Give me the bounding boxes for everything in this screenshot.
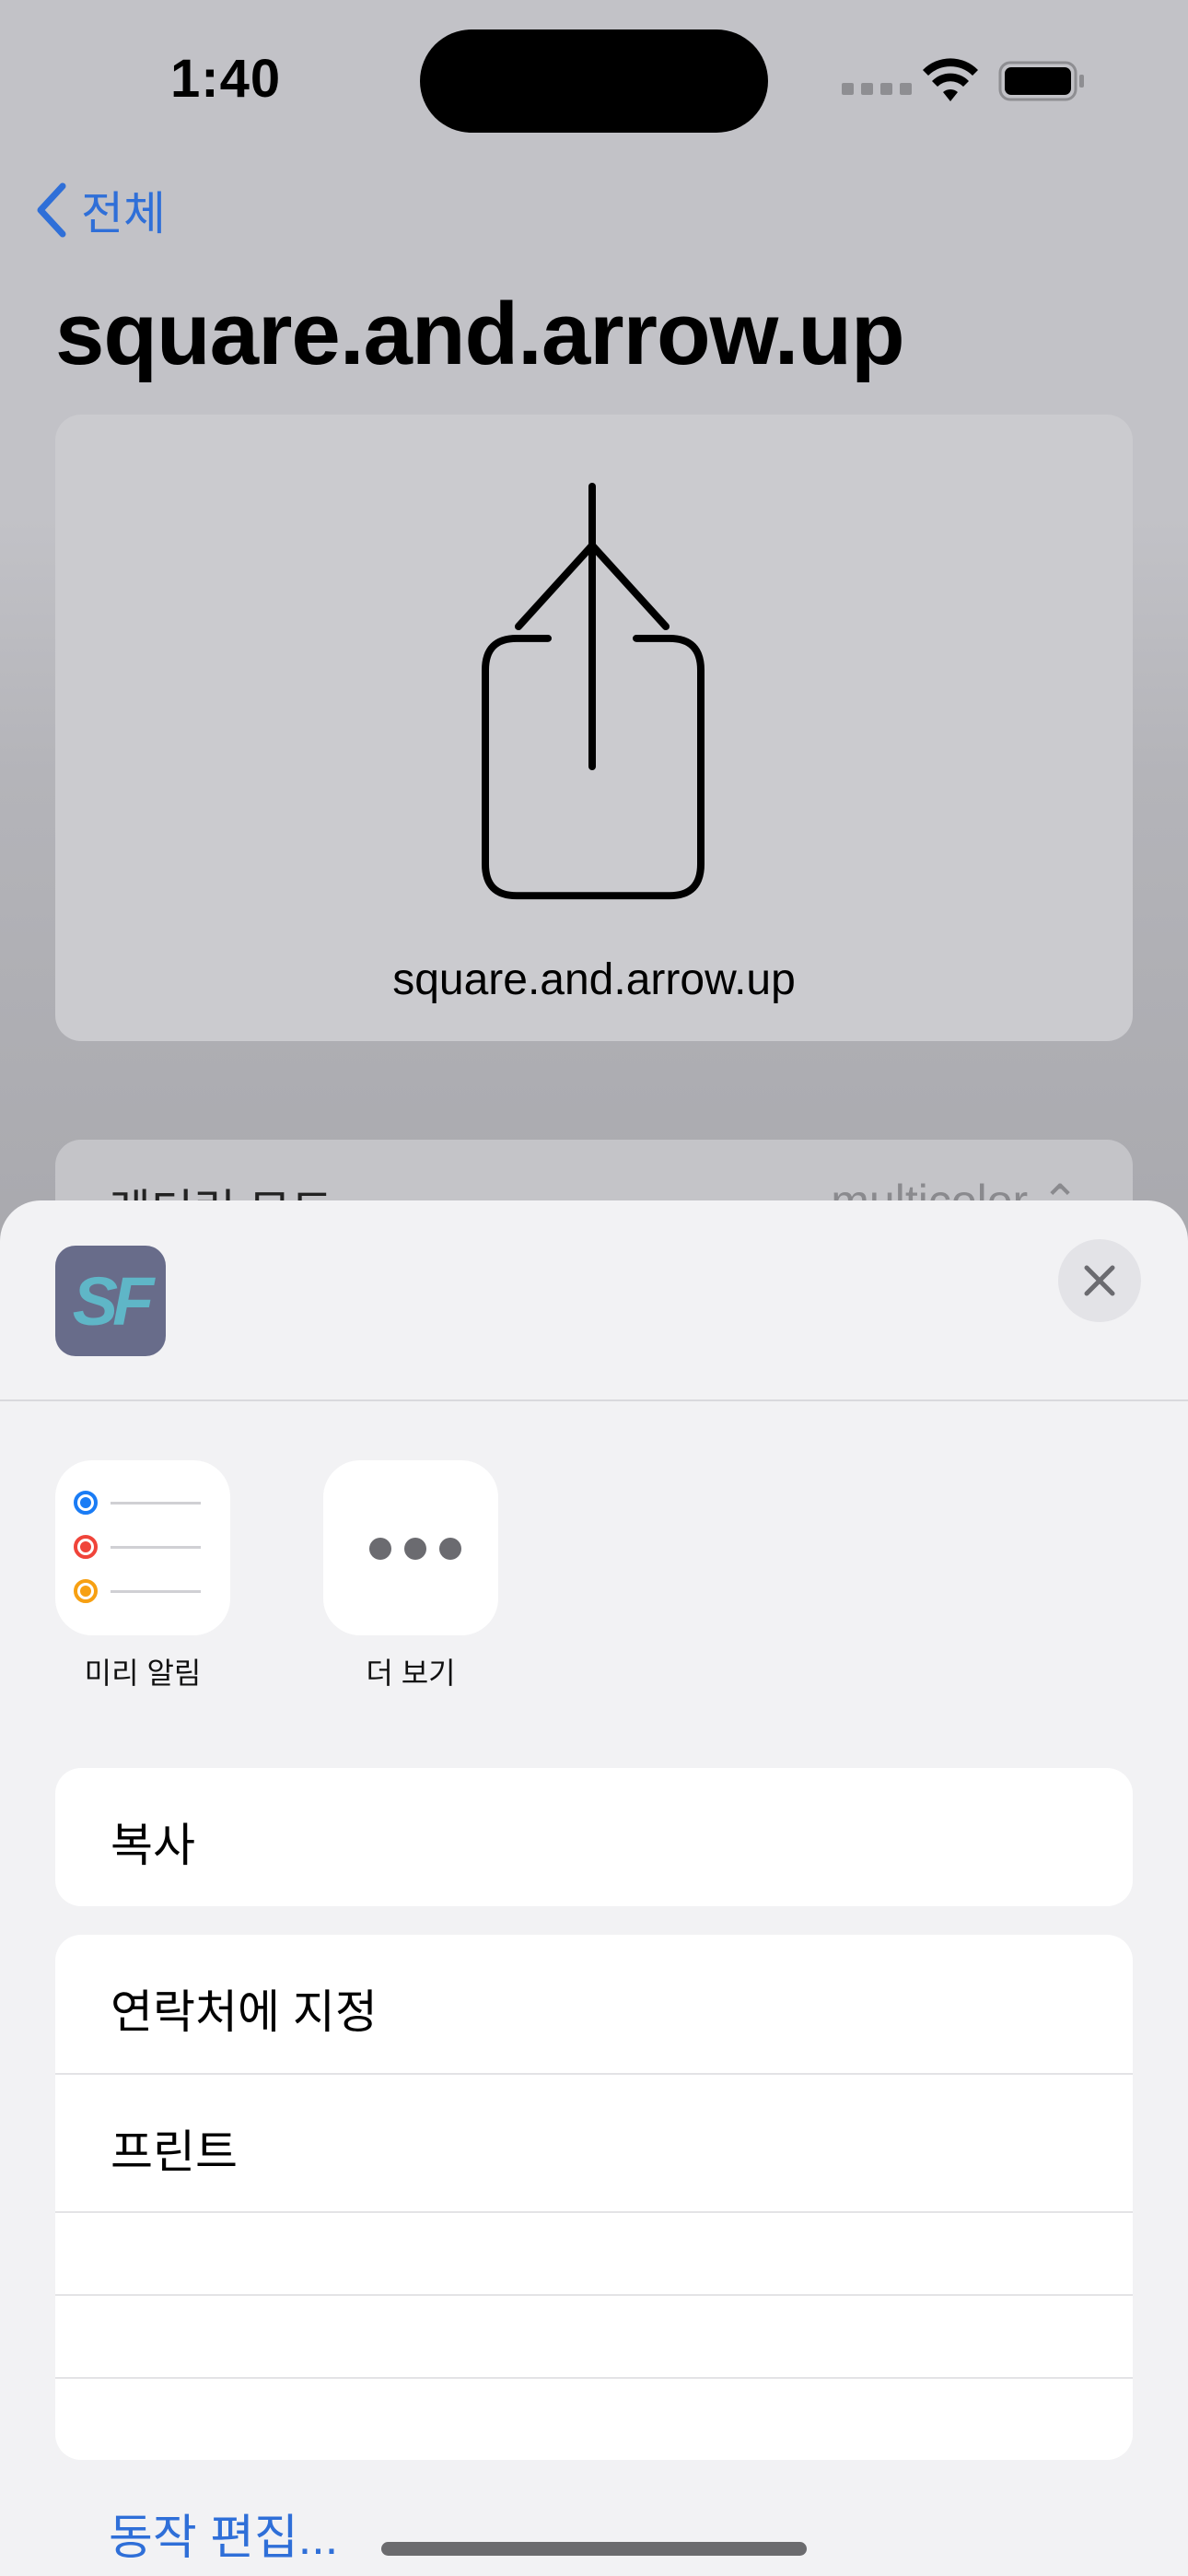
chevron-left-icon	[37, 182, 66, 238]
action-print[interactable]: 프린트	[55, 2073, 1133, 2211]
action-label: 복사	[111, 1820, 195, 1871]
share-sheet-header: SF	[0, 1200, 1188, 1399]
reminders-icon	[55, 1460, 230, 1635]
action-label: 프린트	[111, 2126, 238, 2178]
share-app-more[interactable]: 더 보기	[323, 1460, 498, 1692]
battery-icon	[998, 61, 1084, 101]
action-copy[interactable]: 복사	[55, 1768, 1133, 1906]
edit-actions-link[interactable]: 동작 편집...	[109, 2499, 338, 2568]
close-button[interactable]	[1058, 1239, 1141, 1322]
app-icon-text: SF	[72, 1262, 155, 1340]
close-icon	[1084, 1265, 1115, 1296]
share-app-label: 더 보기	[366, 1657, 456, 1690]
square-and-arrow-up-icon	[482, 483, 705, 900]
action-group-copy: 복사	[55, 1768, 1133, 1906]
action-group-main: 연락처에 지정 프린트	[55, 1935, 1133, 2460]
dynamic-island	[420, 29, 768, 133]
cellular-signal-icon	[842, 83, 912, 95]
action-label: 연락처에 지정	[111, 1986, 378, 2038]
share-sheet: SF 미리 알림 더 보기 복사 연락처에 지정 프린트	[0, 1200, 1188, 2576]
home-indicator	[381, 2542, 807, 2556]
action-assign-to-contact[interactable]: 연락처에 지정	[55, 1935, 1133, 2073]
share-app-label: 미리 알림	[84, 1657, 202, 1690]
app-icon: SF	[55, 1246, 166, 1356]
preview-caption: square.and.arrow.up	[392, 955, 796, 1004]
status-time: 1:40	[170, 49, 282, 109]
back-button[interactable]: 전체	[33, 177, 166, 243]
action-empty-row	[55, 2211, 1133, 2294]
action-empty-row	[55, 2294, 1133, 2377]
wifi-icon	[923, 58, 978, 101]
more-icon	[323, 1460, 498, 1635]
share-app-reminders[interactable]: 미리 알림	[55, 1460, 230, 1692]
back-label: 전체	[81, 188, 166, 240]
header-divider	[0, 1399, 1188, 1401]
symbol-preview-card: square.and.arrow.up	[55, 415, 1133, 1041]
action-empty-row	[55, 2377, 1133, 2460]
page-title: square.and.arrow.up	[55, 285, 905, 383]
